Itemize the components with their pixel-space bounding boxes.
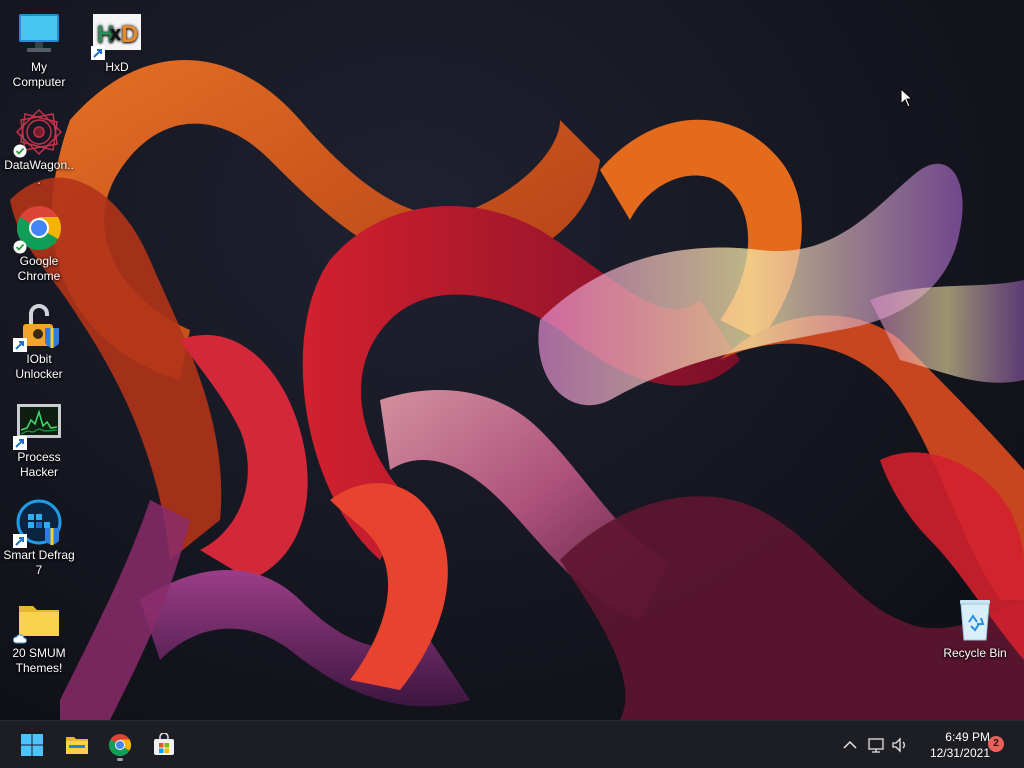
windows-start-icon — [21, 734, 43, 756]
desktop-icon-my-computer[interactable]: My Computer — [1, 10, 77, 90]
clock-time: 6:49 PM — [945, 730, 990, 744]
start-button[interactable] — [14, 727, 50, 763]
desktop-icon-iobit-unlocker[interactable]: IObit Unlocker — [1, 302, 77, 382]
clock-date: 12/31/2021 — [929, 746, 990, 760]
sync-check-icon — [13, 144, 27, 158]
datawagon-icon — [13, 108, 63, 158]
shortcut-arrow-icon — [13, 436, 27, 450]
desktop-icon-label: Process Hacker — [17, 450, 61, 479]
smart-defrag-icon — [13, 498, 63, 548]
desktop[interactable]: My Computer H x D HxD DataWagon... Googl… — [0, 0, 1024, 720]
svg-text:x: x — [110, 23, 121, 45]
file-explorer-icon — [66, 737, 88, 754]
desktop-icon-label: Google Chrome — [17, 254, 61, 283]
network-icon[interactable] — [866, 735, 886, 755]
iobit-unlocker-icon — [13, 302, 63, 352]
cloud-status-icon — [13, 634, 27, 644]
chevron-up-icon[interactable] — [840, 735, 860, 755]
taskbar-store-button[interactable] — [146, 727, 182, 763]
chrome-icon — [109, 734, 131, 756]
shortcut-arrow-icon — [13, 534, 27, 548]
hxd-icon: H x D — [91, 10, 141, 60]
notification-badge[interactable]: 2 — [988, 736, 1004, 752]
shortcut-arrow-icon — [91, 46, 105, 60]
running-indicator — [117, 758, 123, 761]
process-hacker-icon — [13, 400, 63, 450]
taskbar-file-explorer-button[interactable] — [59, 727, 95, 763]
desktop-icon-label: Smart Defrag 7 — [3, 548, 75, 577]
svg-text:D: D — [121, 21, 138, 48]
taskbar-chrome-button[interactable] — [102, 727, 138, 763]
desktop-icon-process-hacker[interactable]: Process Hacker — [1, 400, 77, 480]
shortcut-arrow-icon — [13, 338, 27, 352]
desktop-icon-google-chrome[interactable]: Google Chrome — [1, 204, 77, 284]
desktop-icon-datawagon[interactable]: DataWagon... — [1, 108, 77, 188]
desktop-icon-label: 20 SMUM Themes! — [12, 646, 66, 675]
desktop-icon-label: HxD — [105, 60, 129, 74]
folder-icon — [13, 596, 63, 644]
speaker-icon[interactable] — [890, 735, 910, 755]
desktop-icon-label: Recycle Bin — [943, 646, 1007, 660]
desktop-icon-label: DataWagon... — [4, 158, 74, 187]
store-icon — [154, 733, 174, 755]
sync-check-icon — [13, 240, 27, 254]
desktop-icon-smart-defrag[interactable]: Smart Defrag 7 — [1, 498, 77, 578]
system-clock[interactable]: 6:49 PM 12/31/2021 — [914, 729, 990, 761]
desktop-icon-hxd[interactable]: H x D HxD — [79, 10, 155, 75]
desktop-icon-smum-themes-folder[interactable]: 20 SMUM Themes! — [1, 596, 77, 676]
taskbar: 6:49 PM 12/31/2021 — [0, 720, 1024, 768]
chrome-icon — [13, 204, 63, 254]
monitor-icon — [15, 10, 63, 58]
desktop-icon-recycle-bin[interactable]: Recycle Bin — [937, 596, 1013, 661]
recycle-bin-icon — [951, 596, 999, 644]
desktop-icon-label: IObit Unlocker — [15, 352, 63, 381]
mouse-cursor-icon — [900, 88, 914, 108]
desktop-icon-label: My Computer — [12, 60, 66, 89]
wallpaper-ribbons — [10, 60, 1024, 720]
